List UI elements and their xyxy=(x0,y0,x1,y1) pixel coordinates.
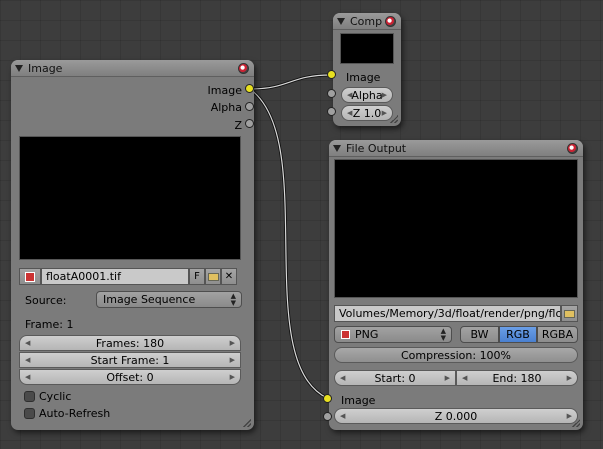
z-field[interactable]: ◀ Z 0.000 ▶ xyxy=(334,408,578,424)
output-label-z: Z xyxy=(234,119,242,132)
image-node[interactable]: Image Image Alpha Z floatA0001.tif F ✕ S… xyxy=(11,60,254,430)
color-mode-rgba[interactable]: RGBA xyxy=(537,326,578,343)
decrement-icon[interactable]: ◀ xyxy=(25,356,30,364)
frames-field[interactable]: ◀ Frames: 180 ▶ xyxy=(19,335,241,351)
node-close-icon[interactable] xyxy=(385,15,396,27)
decrement-icon[interactable]: ◀ xyxy=(347,91,352,99)
cyclic-checkbox[interactable] xyxy=(24,391,35,402)
start-frame-field[interactable]: ◀ Start: 0 ▶ xyxy=(334,370,456,386)
image-preview xyxy=(19,136,241,260)
increment-icon[interactable]: ▶ xyxy=(230,373,235,381)
decrement-icon[interactable]: ◀ xyxy=(340,412,345,420)
socket-comp-alpha-input[interactable] xyxy=(327,89,336,98)
dropdown-arrows-icon: ▲ ▼ xyxy=(440,327,446,342)
alpha-field[interactable]: ◀ Alpha ▶ xyxy=(341,87,393,103)
format-value: PNG xyxy=(355,328,379,341)
node-title: File Output xyxy=(346,141,407,155)
open-folder-icon[interactable] xyxy=(205,268,221,285)
output-label-image: Image xyxy=(207,84,242,97)
source-value: Image Sequence xyxy=(103,293,196,306)
offset-field[interactable]: ◀ Offset: 0 ▶ xyxy=(19,369,241,385)
output-path-field[interactable]: Volumes/Memory/3d/float/render/png/float… xyxy=(334,305,561,322)
socket-z-output[interactable] xyxy=(245,119,254,128)
increment-icon[interactable]: ▶ xyxy=(382,109,387,117)
decrement-icon[interactable]: ◀ xyxy=(25,339,30,347)
increment-icon[interactable]: ▶ xyxy=(567,374,572,382)
socket-alpha-output[interactable] xyxy=(245,102,254,111)
collapse-icon[interactable] xyxy=(15,64,23,72)
resize-handle-icon[interactable] xyxy=(390,115,398,123)
auto-refresh-checkbox[interactable] xyxy=(24,408,35,419)
node-close-icon[interactable] xyxy=(238,62,249,74)
socket-comp-image-input[interactable] xyxy=(327,70,336,79)
decrement-icon[interactable]: ◀ xyxy=(25,373,30,381)
node-title: Image xyxy=(28,61,63,75)
collapse-icon[interactable] xyxy=(333,144,341,152)
resize-handle-icon[interactable] xyxy=(243,419,251,427)
filename-text: floatA0001.tif xyxy=(46,270,121,283)
end-frame-field[interactable]: ◀ End: 180 ▶ xyxy=(456,370,578,386)
compression-slider[interactable]: Compression: 100% xyxy=(334,347,578,363)
color-mode-rgb[interactable]: RGB xyxy=(499,326,537,343)
z-field[interactable]: ◀ Z 1.0 ▶ xyxy=(341,105,393,121)
frame-label: Frame: 1 xyxy=(25,318,74,331)
socket-file-output-z-input[interactable] xyxy=(323,412,332,421)
source-dropdown[interactable]: Image Sequence ▲ ▼ xyxy=(96,291,242,308)
auto-refresh-label: Auto-Refresh xyxy=(39,407,111,420)
decrement-icon[interactable]: ◀ xyxy=(340,374,345,382)
input-label-image: Image xyxy=(341,394,376,407)
image-type-icon[interactable] xyxy=(19,268,41,285)
decrement-icon[interactable]: ◀ xyxy=(347,109,352,117)
source-label: Source: xyxy=(25,294,67,307)
link-image-to-file-output xyxy=(249,87,328,400)
format-dropdown[interactable]: PNG ▲ ▼ xyxy=(334,326,452,343)
increment-icon[interactable]: ▶ xyxy=(445,374,450,382)
output-path-text: Volumes/Memory/3d/float/render/png/float… xyxy=(339,307,561,320)
image-node-header[interactable]: Image xyxy=(11,60,254,77)
dropdown-arrows-icon: ▲ ▼ xyxy=(230,292,236,307)
collapse-icon[interactable] xyxy=(337,17,345,25)
output-label-alpha: Alpha xyxy=(210,101,242,114)
fake-user-button[interactable]: F xyxy=(189,268,205,285)
increment-icon[interactable]: ▶ xyxy=(230,339,235,347)
link-image-to-comp xyxy=(249,73,332,91)
socket-comp-z-input[interactable] xyxy=(327,107,336,116)
resize-handle-icon[interactable] xyxy=(572,419,580,427)
composite-preview xyxy=(340,33,394,64)
socket-file-output-image-input[interactable] xyxy=(323,394,332,403)
composite-node-header[interactable]: Comp xyxy=(333,13,401,30)
unlink-icon[interactable]: ✕ xyxy=(221,268,237,285)
node-close-icon[interactable] xyxy=(567,142,578,154)
cyclic-label: Cyclic xyxy=(39,390,72,403)
file-output-preview xyxy=(334,159,578,298)
composite-node[interactable]: Comp Image ◀ Alpha ▶ ◀ Z 1.0 ▶ xyxy=(333,13,401,126)
image-format-icon xyxy=(341,330,350,339)
increment-icon[interactable]: ▶ xyxy=(382,91,387,99)
open-folder-icon[interactable] xyxy=(561,305,578,322)
file-output-node-header[interactable]: File Output xyxy=(329,140,583,157)
socket-image-output[interactable] xyxy=(245,84,254,93)
color-mode-bw[interactable]: BW xyxy=(460,326,499,343)
decrement-icon[interactable]: ◀ xyxy=(462,374,467,382)
node-title: Comp xyxy=(350,14,383,28)
start-frame-field[interactable]: ◀ Start Frame: 1 ▶ xyxy=(19,352,241,368)
filename-field[interactable]: floatA0001.tif xyxy=(41,268,189,285)
increment-icon[interactable]: ▶ xyxy=(230,356,235,364)
input-label-image: Image xyxy=(346,71,381,84)
file-output-node[interactable]: File Output Volumes/Memory/3d/float/rend… xyxy=(329,140,583,430)
